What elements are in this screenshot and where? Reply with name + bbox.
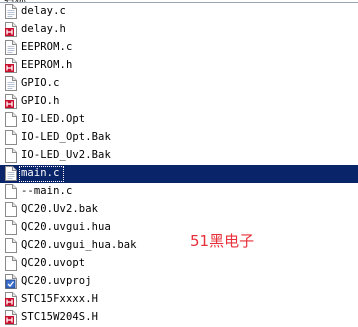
file-row[interactable]: QC20.Uv2.bak — [0, 201, 358, 219]
file-row[interactable]: STC15W204S.H — [0, 309, 358, 327]
file-row[interactable]: QC20.uvproj — [0, 273, 358, 291]
file-row[interactable]: IO-LED_Opt.Bak — [0, 129, 358, 147]
h-file-icon — [4, 22, 17, 37]
file-row[interactable]: QC20.uvgui_hua.bak — [0, 237, 358, 255]
file-row[interactable]: STC15Fxxxx.H — [0, 291, 358, 309]
c-file-icon — [4, 4, 17, 19]
file-list[interactable]: delay.c delay.h EEPROM.c EEPROM.h GPIO.c GPIO… — [0, 3, 358, 327]
file-name: delay.c — [21, 5, 66, 17]
c-file-icon — [4, 76, 17, 91]
file-row[interactable]: delay.h — [0, 21, 358, 39]
file-name: QC20.Uv2.bak — [21, 203, 99, 215]
generic-file-icon — [4, 130, 17, 145]
file-row[interactable]: EEPROM.c — [0, 39, 358, 57]
file-row[interactable]: EEPROM.h — [0, 57, 358, 75]
file-row[interactable]: delay.c — [0, 3, 358, 21]
file-row[interactable]: IO-LED_Uv2.Bak — [0, 147, 358, 165]
generic-file-icon — [4, 238, 17, 253]
file-name: IO-LED.Opt — [21, 113, 86, 125]
focus-rectangle — [19, 166, 64, 182]
file-name: IO-LED_Uv2.Bak — [21, 149, 111, 161]
h-file-icon — [4, 292, 17, 307]
watermark-text: 51黑电子 — [190, 232, 255, 250]
file-row[interactable]: QC20.uvgui.hua — [0, 219, 358, 237]
file-row[interactable]: IO-LED.Opt — [0, 111, 358, 129]
generic-file-icon — [4, 256, 17, 271]
file-name: IO-LED_Opt.Bak — [21, 131, 111, 143]
file-row[interactable]: GPIO.h — [0, 93, 358, 111]
c-file-icon — [4, 166, 17, 181]
generic-file-icon — [4, 148, 17, 163]
file-name: QC20.uvproj — [21, 275, 92, 287]
generic-file-icon — [4, 112, 17, 127]
keil-project-icon — [4, 274, 17, 289]
file-name: QC20.uvgui.hua — [21, 221, 111, 233]
generic-file-icon — [4, 202, 17, 217]
h-file-icon — [4, 94, 17, 109]
file-row[interactable]: --main.c — [0, 183, 358, 201]
file-row[interactable]: QC20.uvopt — [0, 255, 358, 273]
file-name: delay.h — [21, 23, 66, 35]
file-name: GPIO.h — [21, 95, 60, 107]
h-file-icon — [4, 58, 17, 73]
file-name: QC20.uvopt — [21, 257, 86, 269]
file-name: GPIO.c — [21, 77, 60, 89]
file-name: EEPROM.c — [21, 41, 73, 53]
file-row[interactable]: main.c — [0, 165, 358, 183]
h-file-icon — [4, 310, 17, 325]
generic-file-icon — [4, 220, 17, 235]
file-name: --main.c — [21, 185, 73, 197]
generic-file-icon — [4, 184, 17, 199]
c-file-icon — [4, 40, 17, 55]
file-row[interactable]: GPIO.c — [0, 75, 358, 93]
file-name: STC15Fxxxx.H — [21, 293, 99, 305]
file-name: EEPROM.h — [21, 59, 73, 71]
file-name: QC20.uvgui_hua.bak — [21, 239, 137, 251]
file-name: STC15W204S.H — [21, 311, 99, 323]
